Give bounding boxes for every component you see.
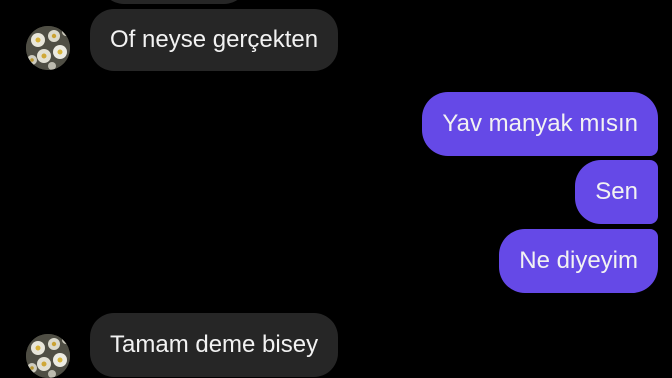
daisy-flowers-avatar-icon — [26, 26, 70, 70]
contact-avatar[interactable] — [26, 334, 70, 378]
message-bubble-incoming[interactable]: Of neyse gerçekten — [90, 9, 339, 71]
daisy-flowers-avatar-icon — [26, 334, 70, 378]
message-bubble-outgoing[interactable]: Sen — [575, 160, 658, 224]
message-text: Of neyse gerçekten — [110, 26, 319, 53]
message-text: Sen — [595, 178, 638, 205]
message-bubble-outgoing[interactable]: Ne diyeyim — [499, 229, 658, 293]
message-bubble-outgoing[interactable]: Yav manyak mısın — [422, 92, 658, 156]
partial-incoming-bubble[interactable] — [100, 0, 248, 4]
message-text: Tamam deme bisey — [110, 331, 319, 358]
message-text: Yav manyak mısın — [442, 110, 638, 137]
message-text: Ne diyeyim — [519, 247, 638, 274]
message-bubble-incoming[interactable]: Tamam deme bisey — [90, 313, 339, 377]
contact-avatar[interactable] — [26, 26, 70, 70]
message-thread: Of neyse gerçekten Yav manyak mısın Sen … — [0, 0, 672, 378]
